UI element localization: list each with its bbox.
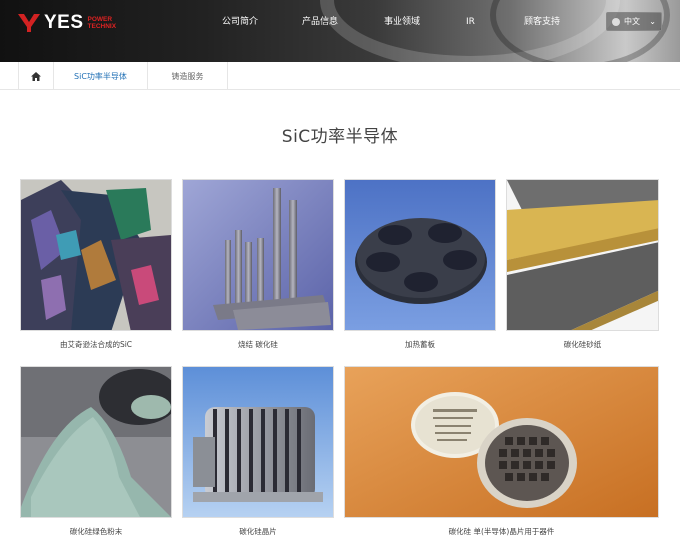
product-card[interactable]: 由艾奇逊法合成的SiC — [20, 179, 172, 351]
language-select[interactable]: 中文 ⌄ — [606, 12, 662, 31]
logo-mark-icon — [18, 14, 40, 32]
nav-item-support[interactable]: 顾客支持 — [524, 14, 584, 30]
product-caption: 加热蓄板 — [405, 340, 435, 349]
tab-foundry-service[interactable]: 铸造服务 — [148, 62, 228, 90]
product-image-sintered-sic — [182, 179, 334, 331]
chevron-down-icon: ⌄ — [649, 17, 656, 26]
product-image-acheson-sic — [20, 179, 172, 331]
language-label: 中文 — [624, 17, 640, 26]
globe-icon — [612, 17, 620, 26]
product-caption: 由艾奇逊法合成的SiC — [59, 340, 133, 349]
product-image-single-wafer-devices — [344, 366, 659, 518]
sic-sandpaper-image — [507, 180, 658, 330]
sintered-sic-rods-image — [183, 180, 333, 330]
product-card[interactable]: 碳化硅绿色粉末 — [20, 366, 172, 538]
product-image-heating-plate — [344, 179, 496, 331]
nav-item-products[interactable]: 产品信息 — [302, 14, 384, 30]
page-title: SiC功率半导体 — [281, 127, 399, 147]
nav-item-ir[interactable]: IR — [466, 14, 524, 30]
nav-item-business[interactable]: 事业领域 — [384, 14, 466, 30]
product-caption: 碳化硅砂纸 — [563, 340, 602, 349]
product-card[interactable]: 烧结 碳化硅 — [182, 179, 334, 351]
product-caption: 烧结 碳化硅 — [238, 340, 278, 349]
product-image-sandpaper — [506, 179, 659, 331]
product-image-green-powder — [20, 366, 172, 518]
heating-plate-image — [345, 180, 495, 330]
product-card[interactable]: 加热蓄板 — [344, 179, 496, 351]
home-link[interactable] — [18, 62, 54, 90]
product-caption: 碳化硅晶片 — [239, 527, 277, 536]
main-nav: 公司简介 产品信息 事业领域 IR 顾客支持 — [222, 14, 584, 30]
product-card[interactable]: 碳化硅砂纸 — [506, 179, 659, 351]
header-background-decoration — [490, 0, 670, 62]
logo-brand-text: YES — [44, 12, 84, 33]
nav-item-company[interactable]: 公司简介 — [222, 14, 302, 30]
site-logo[interactable]: YES POWER TECHNIX — [18, 12, 116, 34]
tab-sic-power-semiconductor[interactable]: SiC功率半导体 — [54, 62, 148, 90]
product-caption: 碳化硅 单(半导体)晶片用于器件 — [448, 527, 555, 536]
product-image-sic-wafers — [182, 366, 334, 518]
product-card[interactable]: 碳化硅 单(半导体)晶片用于器件 — [344, 366, 659, 538]
sic-green-powder-image — [21, 367, 171, 517]
sic-wafers-image — [183, 367, 333, 517]
product-card[interactable]: 碳化硅晶片 — [182, 366, 334, 538]
product-caption: 碳化硅绿色粉末 — [69, 527, 123, 536]
sic-device-wafer-image — [345, 367, 658, 517]
acheson-sic-crystal-image — [21, 180, 171, 330]
breadcrumb: SiC功率半导体 铸造服务 — [0, 62, 680, 90]
logo-subtext: POWER TECHNIX — [87, 16, 117, 30]
home-icon — [31, 71, 41, 81]
site-header: YES POWER TECHNIX 公司简介 产品信息 事业领域 IR 顾客支持… — [0, 0, 680, 62]
